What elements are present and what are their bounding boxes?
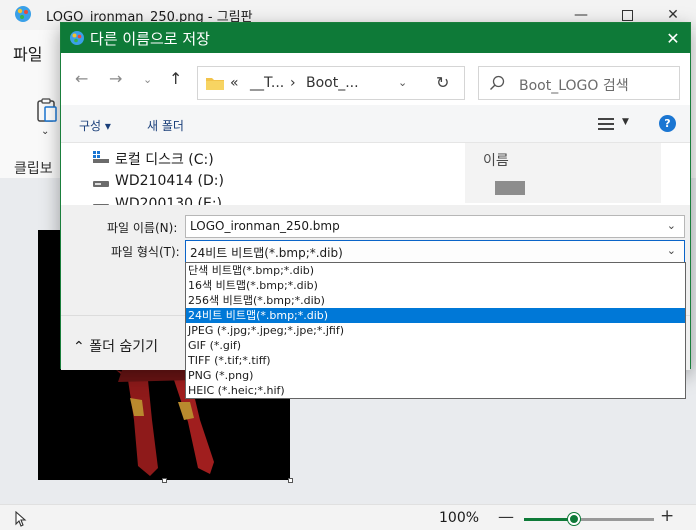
zoom-slider-fill — [524, 518, 574, 521]
filetype-option-jpeg[interactable]: JPEG (*.jpg;*.jpeg;*.jpe;*.jfif) — [186, 323, 685, 338]
tree-item-drive-d[interactable]: WD210414 (D:) — [115, 173, 224, 189]
file-list: 이름 — [465, 143, 690, 205]
filetype-option-png[interactable]: PNG (*.png) — [186, 368, 685, 383]
filetype-select[interactable]: 24비트 비트맵(*.bmp;*.dib) ⌄ — [185, 240, 685, 263]
filetype-label: 파일 형식(T): — [111, 245, 180, 259]
hide-folders-button[interactable]: ⌃ 폴더 숨기기 — [73, 336, 158, 356]
filetype-chevron-down-icon[interactable]: ⌄ — [667, 244, 676, 257]
navigation-bar: ← → ⌄ ↑ « __T... › Boot_... ⌄ ↻ Boot_LOG… — [61, 53, 690, 105]
column-header-name[interactable]: 이름 — [465, 143, 661, 173]
filetype-option-256color-bmp[interactable]: 256색 비트맵(*.bmp;*.dib) — [186, 293, 685, 308]
search-placeholder: Boot_LOGO 검색 — [519, 78, 629, 94]
dialog-close-button[interactable]: ✕ — [656, 23, 690, 53]
paint-app-icon — [15, 6, 31, 22]
minimize-icon: — — [574, 7, 588, 23]
filetype-value: 24비트 비트맵(*.bmp;*.dib) — [190, 246, 343, 260]
help-icon[interactable]: ? — [659, 115, 676, 132]
filetype-option-24bit-bmp[interactable]: 24비트 비트맵(*.bmp;*.dib) — [186, 308, 685, 323]
chevron-up-icon: ⌃ — [73, 339, 85, 355]
zoom-in-button[interactable]: + — [660, 506, 674, 526]
forward-arrow-icon[interactable]: → — [109, 69, 122, 88]
status-bar: 100% — + — [0, 504, 696, 530]
filetype-option-heic[interactable]: HEIC (*.heic;*.hif) — [186, 383, 685, 398]
drive-icon — [93, 181, 109, 187]
tree-item-drive-e[interactable]: WD200130 (E:) — [115, 196, 222, 205]
search-box[interactable]: Boot_LOGO 검색 — [478, 66, 680, 100]
view-chevron-down-icon[interactable]: ▼ — [622, 117, 629, 127]
dialog-toolbar: 구성 ▾ 새 폴더 ▼ ? — [61, 105, 690, 143]
filename-label: 파일 이름(N): — [107, 221, 178, 235]
zoom-slider[interactable] — [524, 513, 654, 525]
maximize-icon — [621, 9, 633, 21]
address-chevron-down-icon[interactable]: ⌄ — [398, 76, 407, 89]
dialog-title: 다른 이름으로 저장 — [90, 30, 210, 48]
dialog-titlebar: 다른 이름으로 저장 ✕ — [61, 23, 690, 53]
filetype-option-16color-bmp[interactable]: 16색 비트맵(*.bmp;*.dib) — [186, 278, 685, 293]
address-separator: › — [290, 75, 296, 91]
clipboard-group-label: 클립보 — [14, 161, 53, 177]
paste-chevron-down-icon[interactable]: ⌄ — [41, 126, 49, 137]
file-menu-tab[interactable]: 파일 — [13, 41, 42, 65]
new-folder-button[interactable]: 새 폴더 — [147, 117, 184, 134]
hide-folders-label: 폴더 숨기기 — [89, 339, 159, 355]
search-icon — [490, 75, 505, 90]
filetype-option-gif[interactable]: GIF (*.gif) — [186, 338, 685, 353]
zoom-out-button[interactable]: — — [498, 507, 514, 526]
close-icon: ✕ — [667, 7, 679, 23]
back-arrow-icon[interactable]: ← — [75, 69, 88, 88]
organize-menu-button[interactable]: 구성 ▾ — [79, 117, 111, 134]
address-overflow[interactable]: « — [230, 75, 239, 91]
resize-handle-bottom[interactable] — [162, 478, 167, 483]
paste-icon[interactable] — [36, 98, 58, 124]
resize-handle-corner[interactable] — [288, 478, 293, 483]
address-bar[interactable]: « __T... › Boot_... ⌄ ↻ — [197, 66, 465, 100]
tree-item-local-disk-c[interactable]: 로컬 디스크 (C:) — [115, 149, 214, 169]
file-item-placeholder — [495, 181, 525, 195]
folder-icon — [206, 78, 224, 90]
filename-value: LOGO_ironman_250.bmp — [190, 219, 340, 233]
view-options-icon[interactable] — [598, 117, 614, 131]
refresh-icon[interactable]: ↻ — [436, 73, 449, 92]
paint-app-icon — [70, 31, 84, 45]
zoom-level-text: 100% — [439, 510, 480, 526]
address-segment-2[interactable]: Boot_... — [306, 75, 359, 91]
up-arrow-icon[interactable]: ↑ — [169, 69, 182, 88]
column-header-label: 이름 — [483, 153, 509, 169]
filetype-option-monochrome-bmp[interactable]: 단색 비트맵(*.bmp;*.dib) — [186, 263, 685, 278]
zoom-slider-thumb[interactable] — [568, 513, 580, 525]
navigation-tree: 로컬 디스크 (C:) WD210414 (D:) WD200130 (E:) — [61, 143, 465, 205]
filename-chevron-down-icon[interactable]: ⌄ — [667, 219, 676, 232]
local-disk-icon — [93, 151, 109, 163]
file-list-placeholder-row — [465, 173, 661, 203]
recent-locations-chevron-icon[interactable]: ⌄ — [143, 73, 152, 86]
filetype-dropdown-list: 단색 비트맵(*.bmp;*.dib) 16색 비트맵(*.bmp;*.dib)… — [185, 262, 686, 399]
address-segment-1[interactable]: __T... — [250, 75, 284, 91]
close-icon: ✕ — [666, 28, 680, 48]
filetype-option-tiff[interactable]: TIFF (*.tif;*.tiff) — [186, 353, 685, 368]
filename-input[interactable]: LOGO_ironman_250.bmp ⌄ — [185, 215, 685, 238]
pointer-icon — [15, 511, 27, 527]
